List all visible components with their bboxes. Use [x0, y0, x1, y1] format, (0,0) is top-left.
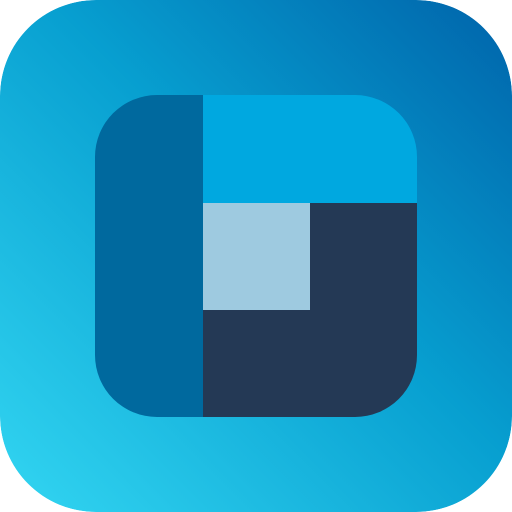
logo-top-block [203, 95, 417, 203]
app-icon[interactable] [0, 0, 512, 512]
logo-left-bar [95, 95, 203, 417]
logo-center-square [203, 203, 310, 310]
logo-mark [95, 95, 417, 417]
app-logo-icon [0, 0, 512, 512]
